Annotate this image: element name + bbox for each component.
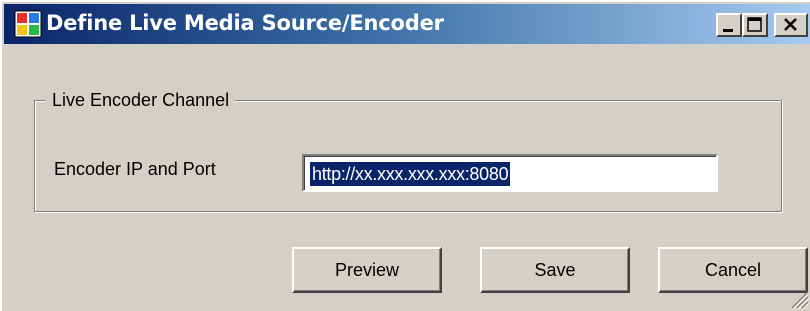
groupbox-legend: Live Encoder Channel (46, 90, 236, 111)
encoder-ip-input[interactable]: http://xx.xxx.xxx.xxx:8080 (302, 154, 718, 192)
minimize-icon (723, 29, 733, 32)
save-button[interactable]: Save (480, 247, 630, 293)
close-icon (784, 18, 797, 31)
maximize-icon (747, 17, 762, 32)
maximize-button[interactable] (742, 13, 768, 37)
app-window-icon (14, 10, 42, 38)
cancel-button[interactable]: Cancel (658, 247, 808, 293)
dialog-window: Define Live Media Source/Encoder Live En… (0, 0, 810, 311)
encoder-ip-label: Encoder IP and Port (54, 159, 216, 179)
minimize-button[interactable] (716, 13, 742, 37)
encoder-ip-value: http://xx.xxx.xxx.xxx:8080 (310, 162, 511, 186)
window-title: Define Live Media Source/Encoder (46, 11, 444, 35)
title-bar[interactable]: Define Live Media Source/Encoder (4, 4, 810, 44)
close-button[interactable] (774, 13, 808, 37)
preview-button[interactable]: Preview (292, 247, 442, 293)
resize-grip-icon[interactable] (788, 286, 810, 310)
